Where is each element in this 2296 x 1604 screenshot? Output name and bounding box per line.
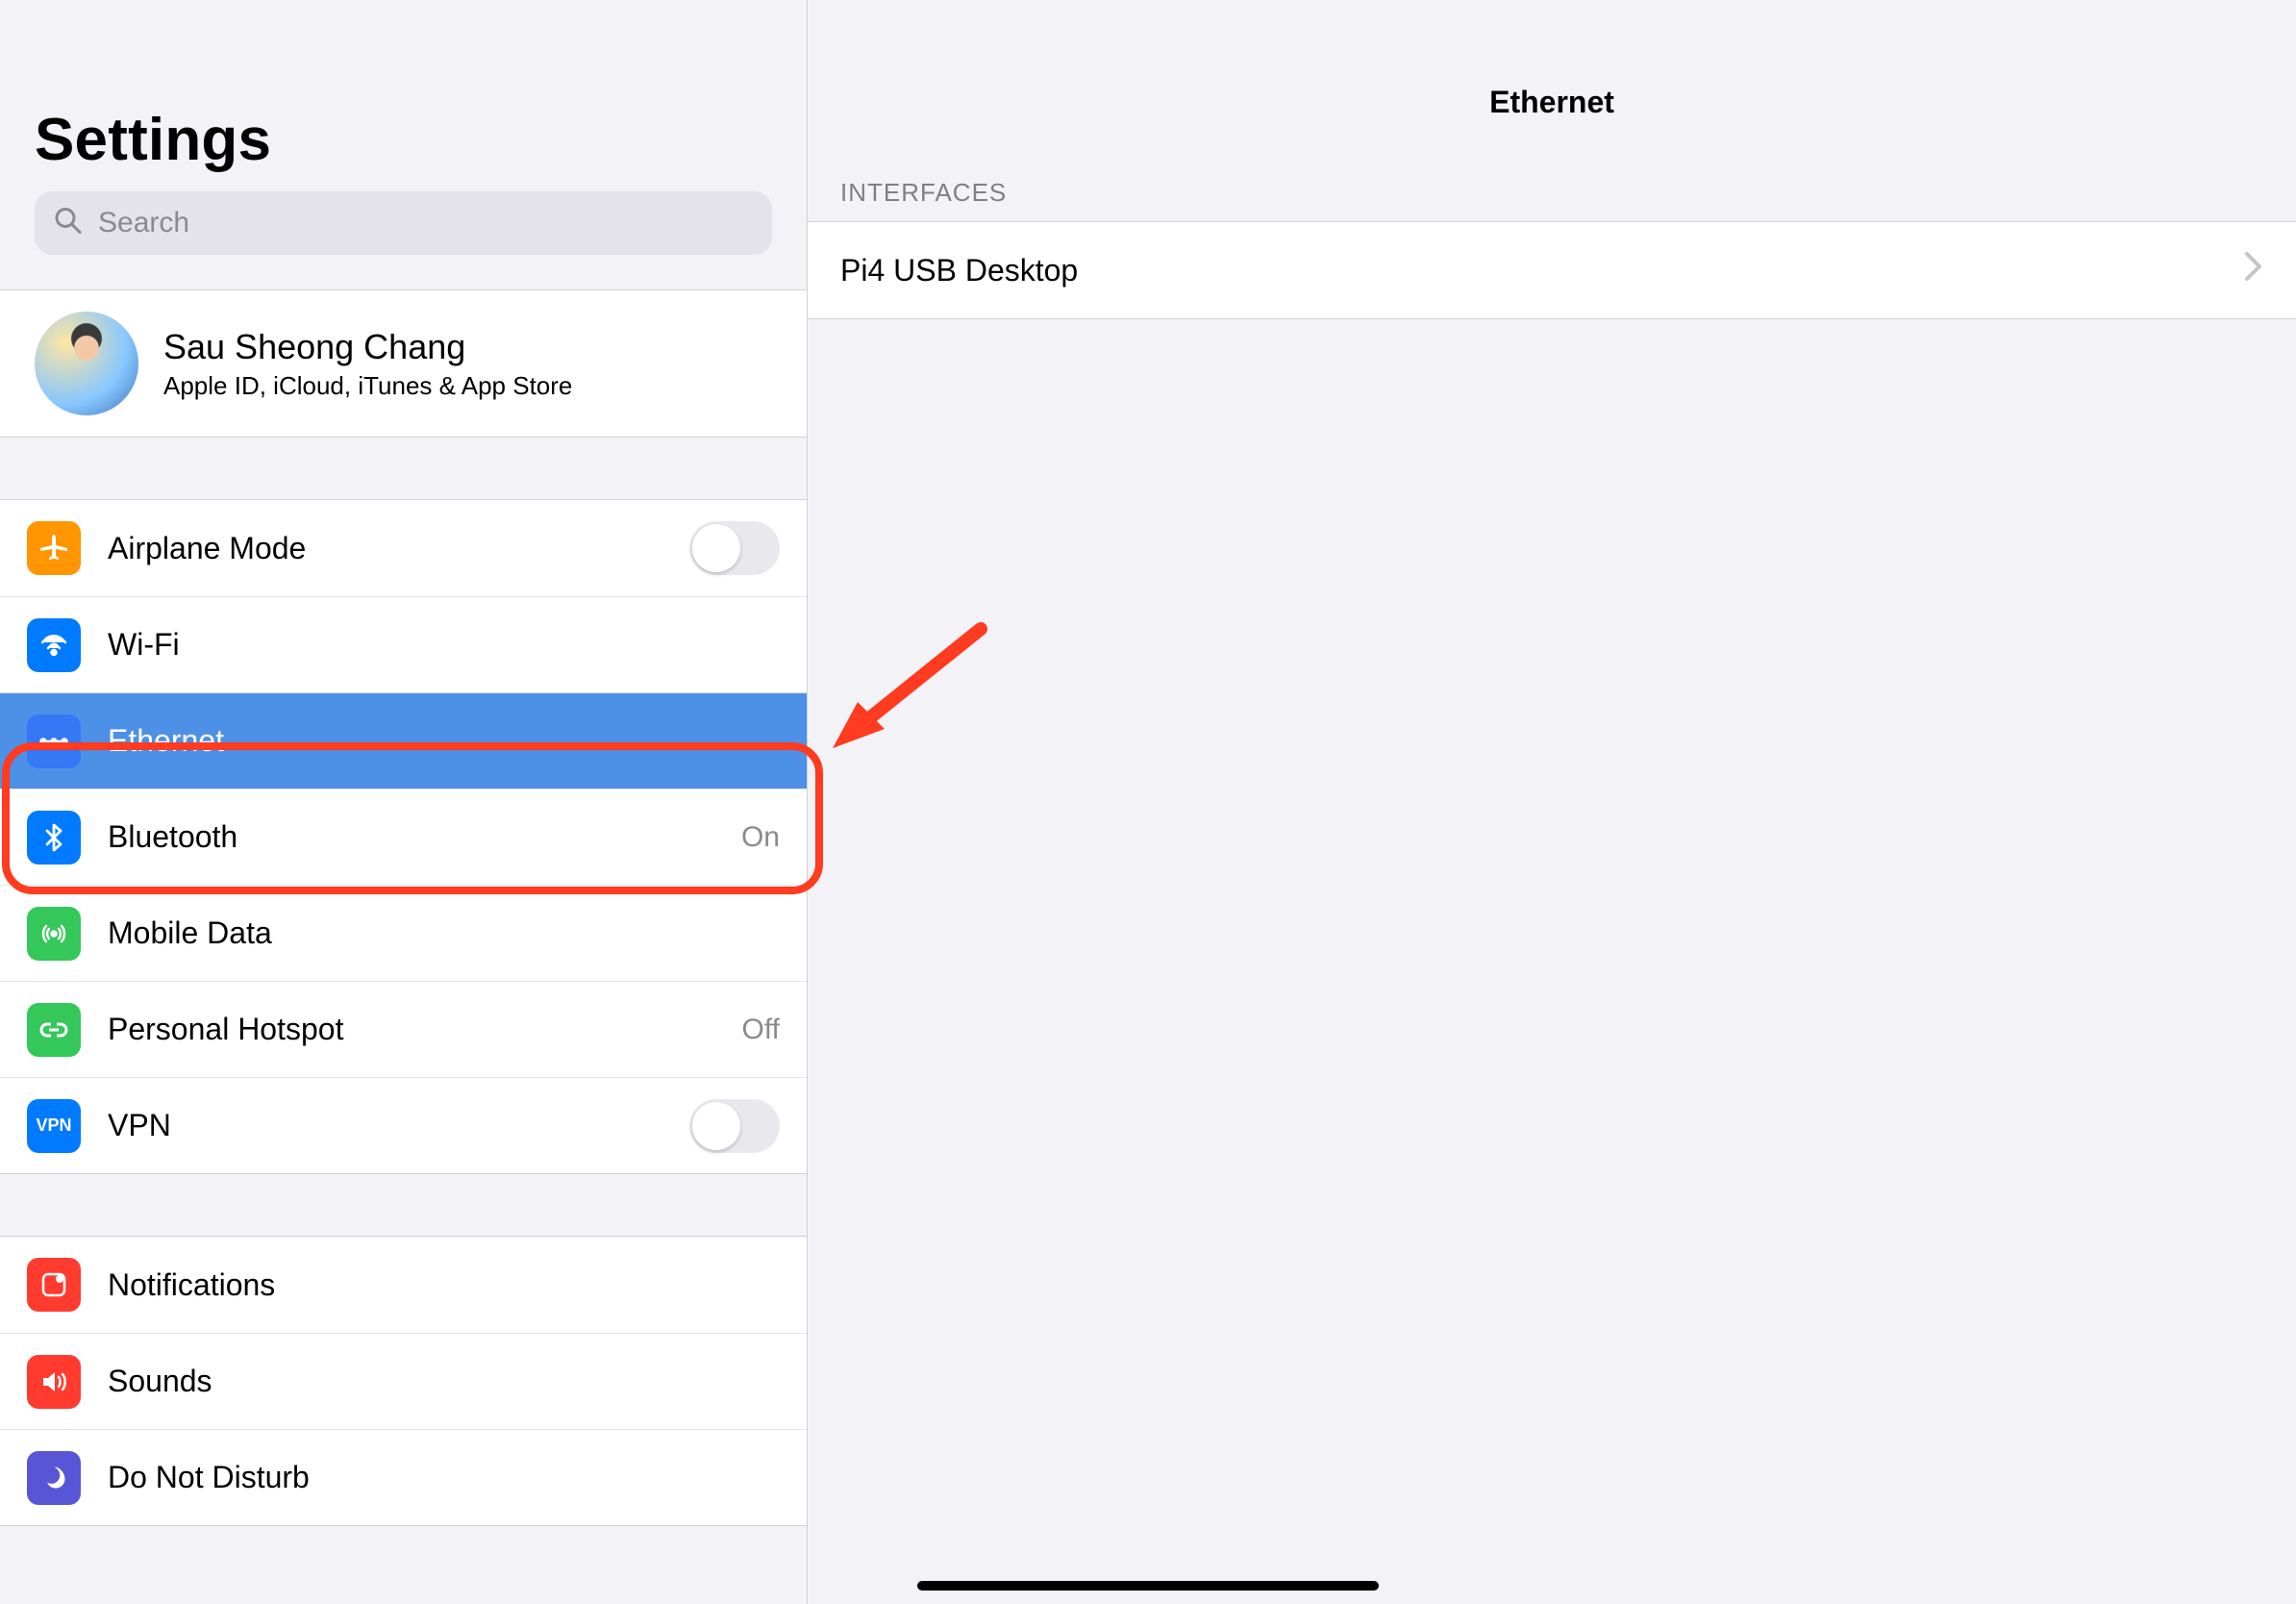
sidebar: Settings Sau Sheong Chang Apple ID, iClo…	[0, 0, 808, 1604]
notifications-label: Notifications	[108, 1267, 780, 1303]
speaker-icon	[27, 1355, 81, 1409]
detail-title: Ethernet	[808, 58, 2296, 178]
settings-group-system: Notifications Sounds Do Not Disturb	[0, 1236, 807, 1526]
sidebar-item-sounds[interactable]: Sounds	[0, 1333, 807, 1429]
hotspot-value: Off	[742, 1014, 780, 1046]
sidebar-item-notifications[interactable]: Notifications	[0, 1237, 807, 1333]
moon-icon	[27, 1451, 81, 1505]
bluetooth-icon	[27, 811, 81, 865]
home-indicator[interactable]	[917, 1581, 1379, 1591]
search-icon	[54, 207, 83, 240]
wifi-label: Wi-Fi	[108, 627, 780, 663]
wifi-settings-icon	[27, 618, 81, 672]
settings-group-network: Airplane Mode Wi-Fi Ethernet Blueto	[0, 499, 807, 1174]
airplane-label: Airplane Mode	[108, 531, 662, 566]
sounds-label: Sounds	[108, 1364, 780, 1399]
interface-name: Pi4 USB Desktop	[840, 253, 1078, 288]
airplane-icon	[27, 521, 81, 575]
sidebar-item-ethernet[interactable]: Ethernet	[0, 692, 807, 789]
hotspot-label: Personal Hotspot	[108, 1012, 715, 1047]
search-field-wrap	[35, 191, 772, 255]
interfaces-group: Pi4 USB Desktop	[808, 221, 2296, 319]
airplane-toggle[interactable]	[689, 521, 780, 575]
account-name: Sau Sheong Chang	[163, 327, 572, 367]
antenna-icon	[27, 907, 81, 961]
interfaces-header: INTERFACES	[808, 178, 2296, 221]
ethernet-label: Ethernet	[108, 723, 780, 759]
bluetooth-value: On	[741, 821, 780, 854]
dnd-label: Do Not Disturb	[108, 1460, 780, 1495]
interface-row[interactable]: Pi4 USB Desktop	[808, 222, 2296, 318]
avatar	[35, 312, 138, 415]
link-icon	[27, 1003, 81, 1057]
sidebar-item-bluetooth[interactable]: Bluetooth On	[0, 789, 807, 885]
page-title: Settings	[0, 106, 807, 191]
chevron-right-icon	[2244, 250, 2263, 290]
search-input[interactable]	[35, 191, 772, 255]
sidebar-item-airplane-mode[interactable]: Airplane Mode	[0, 500, 807, 596]
sidebar-item-mobile-data[interactable]: Mobile Data	[0, 885, 807, 981]
vpn-icon: VPN	[27, 1099, 81, 1153]
vpn-toggle[interactable]	[689, 1099, 780, 1153]
sidebar-item-do-not-disturb[interactable]: Do Not Disturb	[0, 1429, 807, 1525]
sidebar-item-personal-hotspot[interactable]: Personal Hotspot Off	[0, 981, 807, 1077]
sidebar-item-vpn[interactable]: VPN VPN	[0, 1077, 807, 1173]
notifications-icon	[27, 1258, 81, 1312]
ethernet-icon	[27, 714, 81, 768]
account-subtitle: Apple ID, iCloud, iTunes & App Store	[163, 371, 572, 401]
sidebar-item-wifi[interactable]: Wi-Fi	[0, 596, 807, 692]
vpn-label: VPN	[108, 1108, 662, 1143]
detail-pane: Ethernet INTERFACES Pi4 USB Desktop	[808, 0, 2296, 1604]
mobile-data-label: Mobile Data	[108, 915, 780, 951]
bluetooth-label: Bluetooth	[108, 819, 714, 855]
account-row[interactable]: Sau Sheong Chang Apple ID, iCloud, iTune…	[0, 289, 807, 438]
